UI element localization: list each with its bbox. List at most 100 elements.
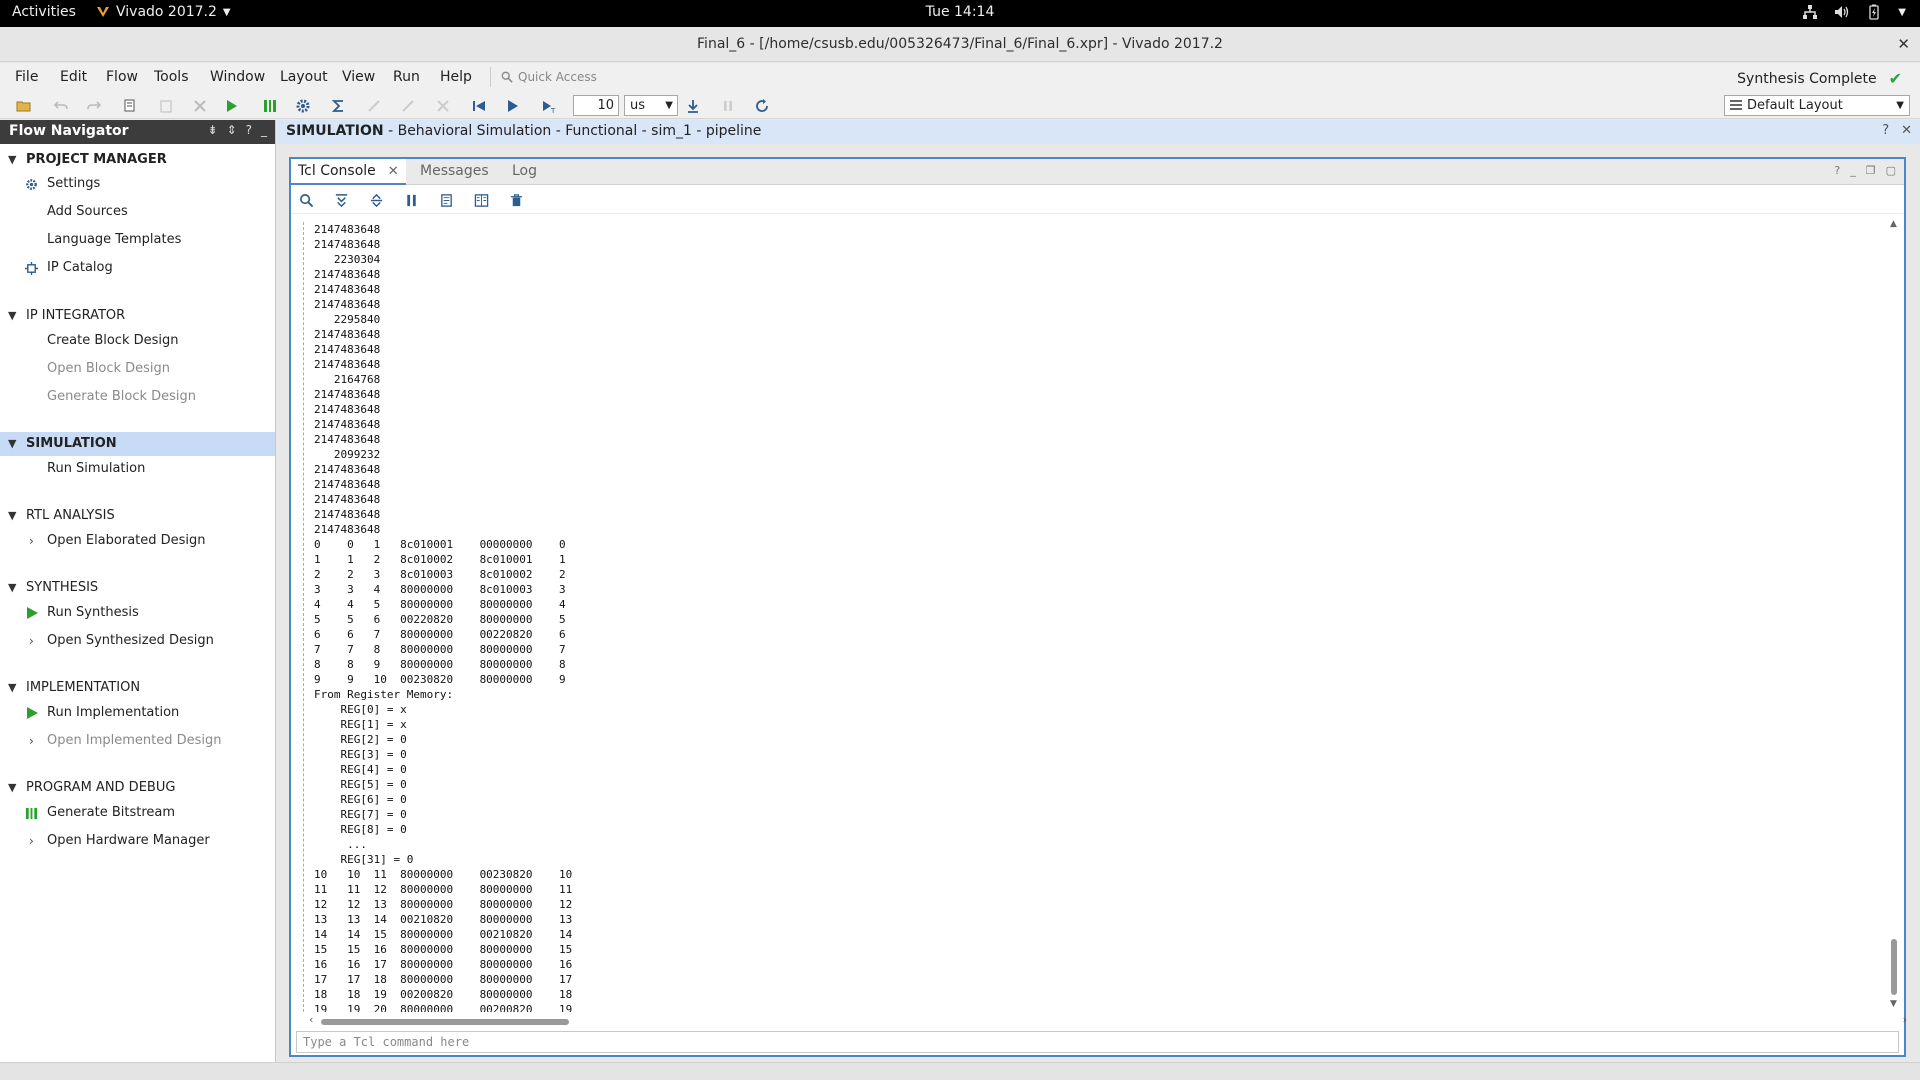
maximize-icon[interactable]: ▢ [1886,164,1896,177]
nav-section-ip-integrator[interactable]: ▼ IP INTEGRATOR [0,304,275,328]
columns-icon[interactable] [472,191,490,209]
nav-section-simulation[interactable]: ▼ SIMULATION [0,432,275,456]
network-icon[interactable] [1802,4,1818,20]
sigma-report-icon[interactable] [329,96,349,116]
copy-icon[interactable] [437,191,455,209]
minimize-icon[interactable]: _ [1850,164,1856,177]
nav-item-create-block-design[interactable]: Create Block Design [0,329,275,353]
run-all-icon[interactable] [503,96,523,116]
settings-gear-icon[interactable] [293,96,313,116]
close-tab-icon[interactable]: ✕ [388,164,399,179]
chevron-right-icon[interactable]: › [29,529,34,553]
system-tray[interactable]: ▼ [1802,4,1906,20]
nav-item-add-sources[interactable]: Add Sources [0,200,275,224]
volume-icon[interactable] [1834,4,1850,20]
copy-icon[interactable] [120,96,140,116]
console-line: REG[6] = 0 [314,793,407,806]
tab-tcl-console[interactable]: Tcl Console ✕ [291,159,406,185]
scroll-up-icon[interactable]: ▲ [1890,219,1897,229]
time-unit-select[interactable]: us ▼ [624,95,678,116]
scrollbar-thumb[interactable] [1891,939,1897,995]
relaunch-icon[interactable] [752,96,772,116]
chevron-right-icon[interactable]: › [29,729,34,753]
search-icon[interactable] [297,191,315,209]
disabled-close-icon[interactable] [433,96,453,116]
redo-icon[interactable] [84,96,104,116]
chevron-right-icon[interactable]: › [29,829,34,853]
minimize-icon[interactable]: _ [261,123,267,137]
tab-log[interactable]: Log [505,159,544,185]
nav-item-ip-catalog[interactable]: IP Catalog [0,256,275,280]
paste-icon[interactable] [156,96,176,116]
tab-messages[interactable]: Messages [413,159,496,185]
scroll-down-icon[interactable]: ▼ [1890,999,1897,1009]
menu-window[interactable]: Window [210,69,265,85]
help-icon[interactable]: ? [1834,164,1840,177]
menu-flow[interactable]: Flow [106,69,138,85]
help-icon[interactable]: ? [246,123,252,137]
nav-item-generate-bitstream[interactable]: Generate Bitstream [0,801,275,825]
menu-file[interactable]: File [15,69,38,85]
window-close-icon[interactable]: ✕ [1897,35,1910,53]
break-icon[interactable] [718,96,738,116]
scroll-right-icon[interactable]: › [1903,1013,1907,1026]
menu-view[interactable]: View [342,69,375,85]
nav-item-settings[interactable]: Settings [0,172,275,196]
tcl-command-input[interactable] [296,1031,1899,1053]
nav-item-open-elaborated-design[interactable]: › Open Elaborated Design [0,529,275,553]
quick-access-search[interactable]: Quick Access [490,67,670,87]
nav-section-project-manager[interactable]: ▼ PROJECT MANAGER [0,148,275,172]
layout-select[interactable]: Default Layout ▼ [1724,95,1910,116]
open-project-icon[interactable] [14,96,34,116]
nav-item-open-synthesized-design[interactable]: › Open Synthesized Design [0,629,275,653]
system-menu-chevron-icon[interactable]: ▼ [1898,7,1906,18]
nav-item-run-simulation[interactable]: Run Simulation [0,457,275,481]
restore-icon[interactable]: ❐ [1866,164,1876,177]
run-for-time-icon[interactable]: T [539,96,559,116]
clear-console-icon[interactable] [507,191,525,209]
activities-button[interactable]: Activities [12,4,76,20]
nav-item-open-hardware-manager[interactable]: › Open Hardware Manager [0,829,275,853]
scroll-left-icon[interactable]: ‹ [309,1013,313,1026]
nav-section-rtl-analysis[interactable]: ▼ RTL ANALYSIS [0,504,275,528]
menu-tools[interactable]: Tools [154,69,189,85]
collapse-all-icon[interactable] [332,191,350,209]
expand-all-icon[interactable] [367,191,385,209]
nav-item-run-implementation[interactable]: Run Implementation [0,701,275,725]
console-output[interactable]: 2147483648 2147483648 2230304 2147483648 21… [303,222,1881,1012]
nav-section-program-and-debug[interactable]: ▼ PROGRAM AND DEBUG [0,776,275,800]
generate-bitstream-icon[interactable] [260,96,280,116]
nav-item-open-implemented-design[interactable]: › Open Implemented Design [0,729,275,753]
nav-item-generate-block-design[interactable]: Generate Block Design [0,385,275,409]
collapse-all-icon[interactable]: ⇟ [208,123,218,137]
close-icon[interactable]: ✕ [1901,123,1912,138]
scrollbar-thumb[interactable] [321,1019,569,1025]
console-line: REG[8] = 0 [314,823,407,836]
app-menu[interactable]: Vivado 2017.2 ▼ [96,4,231,20]
undo-icon[interactable] [51,96,71,116]
step-icon[interactable] [683,96,703,116]
menu-edit[interactable]: Edit [60,69,87,85]
help-icon[interactable]: ? [1882,123,1889,138]
restart-sim-icon[interactable] [469,96,489,116]
disabled-tool-icon[interactable] [364,96,384,116]
nav-section-synthesis[interactable]: ▼ SYNTHESIS [0,576,275,600]
pause-output-icon[interactable] [402,191,420,209]
menu-run[interactable]: Run [393,69,420,85]
chevron-right-icon[interactable]: › [29,629,34,653]
run-time-input[interactable]: 10 [573,95,619,116]
nav-item-language-templates[interactable]: Language Templates [0,228,275,252]
delete-icon[interactable] [190,96,210,116]
horizontal-scrollbar[interactable]: ‹ › [309,1013,1907,1027]
menu-layout[interactable]: Layout [280,69,328,85]
nav-section-implementation[interactable]: ▼ IMPLEMENTATION [0,676,275,700]
run-icon[interactable] [222,96,242,116]
vertical-scrollbar[interactable]: ▲ ▼ [1888,219,1900,1009]
clock[interactable]: Tue 14:14 [926,4,995,20]
expand-all-icon[interactable]: ⇕ [227,123,237,137]
menu-help[interactable]: Help [440,69,472,85]
nav-item-run-synthesis[interactable]: Run Synthesis [0,601,275,625]
nav-item-open-block-design[interactable]: Open Block Design [0,357,275,381]
disabled-pencil-icon[interactable] [398,96,418,116]
battery-icon[interactable] [1866,4,1882,20]
